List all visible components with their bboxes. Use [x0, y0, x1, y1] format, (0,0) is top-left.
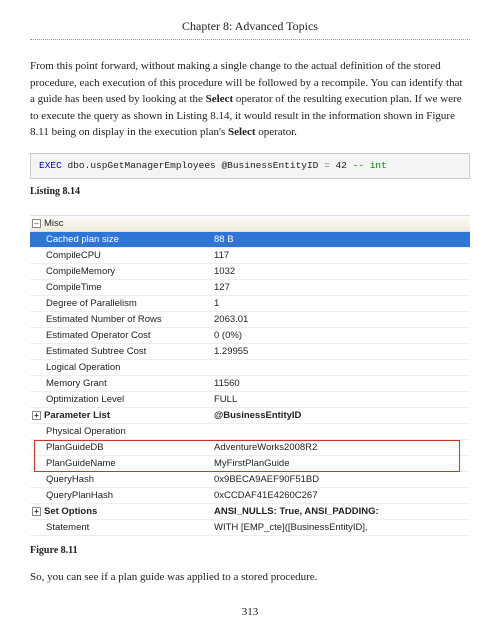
para1-bold-select-2: Select — [228, 126, 255, 138]
grid-row[interactable]: Estimated Operator Cost 0 (0%) — [30, 328, 470, 344]
code-eq: = — [318, 160, 335, 171]
prop-val: 1 — [210, 296, 470, 311]
grid-row[interactable]: QueryPlanHash 0xCCDAF41E4260C267 — [30, 488, 470, 504]
grid-row-planguidedb[interactable]: PlanGuideDB AdventureWorks2008R2 — [30, 440, 470, 456]
prop-key: Estimated Subtree Cost — [30, 344, 210, 359]
grid-row-cached-plan-size[interactable]: Cached plan size 88 B — [30, 232, 470, 248]
prop-key: Degree of Parallelism — [30, 296, 210, 311]
code-param: @BusinessEntityID — [221, 160, 318, 171]
prop-val: 11560 — [210, 376, 470, 391]
prop-val: 88 B — [210, 232, 470, 247]
figure-label: Figure 8.11 — [30, 544, 470, 559]
prop-val: 117 — [210, 248, 470, 263]
expand-icon[interactable]: + — [32, 411, 41, 420]
prop-val: 1.29955 — [210, 344, 470, 359]
prop-key: Optimization Level — [30, 392, 210, 407]
grid-row[interactable]: CompileMemory 1032 — [30, 264, 470, 280]
highlighted-rows: PlanGuideDB AdventureWorks2008R2 PlanGui… — [30, 440, 470, 472]
grid-row[interactable]: CompileTime 127 — [30, 280, 470, 296]
expand-icon[interactable]: + — [32, 507, 41, 516]
grid-row[interactable]: CompileCPU 117 — [30, 248, 470, 264]
prop-val: WITH [EMP_cte]([BusinessEntityID], — [210, 520, 470, 535]
prop-val: 0x9BECA9AEF90F51BD — [210, 472, 470, 487]
grid-row[interactable]: Logical Operation — [30, 360, 470, 376]
grid-row[interactable]: Degree of Parallelism 1 — [30, 296, 470, 312]
prop-key: Statement — [30, 520, 210, 535]
prop-val: FULL — [210, 392, 470, 407]
prop-key: Physical Operation — [30, 424, 210, 439]
para1-text-e: operator. — [256, 126, 298, 138]
prop-key: Logical Operation — [30, 360, 210, 375]
grid-row[interactable]: Physical Operation — [30, 424, 470, 440]
prop-key: Set Options — [44, 506, 97, 517]
para1-bold-select-1: Select — [206, 93, 233, 105]
prop-val — [210, 424, 470, 439]
prop-val: 1032 — [210, 264, 470, 279]
page-number: 313 — [30, 605, 470, 621]
chapter-title: Chapter 8: Advanced Topics — [30, 18, 470, 40]
grid-row[interactable]: Optimization Level FULL — [30, 392, 470, 408]
collapse-icon[interactable]: – — [32, 219, 41, 228]
code-comment: -- int — [347, 160, 387, 171]
paragraph-1: From this point forward, without making … — [30, 58, 470, 141]
prop-val: AdventureWorks2008R2 — [210, 440, 470, 455]
prop-key: CompileCPU — [30, 248, 210, 263]
prop-val — [210, 360, 470, 375]
prop-val: ANSI_NULLS: True, ANSI_PADDING: — [210, 504, 470, 519]
grid-row[interactable]: Estimated Subtree Cost 1.29955 — [30, 344, 470, 360]
prop-val: 2063.01 — [210, 312, 470, 327]
code-block: EXEC dbo.uspGetManagerEmployees @Busines… — [30, 153, 470, 179]
prop-key: Estimated Operator Cost — [30, 328, 210, 343]
grid-row-statement[interactable]: Statement WITH [EMP_cte]([BusinessEntity… — [30, 520, 470, 536]
prop-key: CompileTime — [30, 280, 210, 295]
grid-row[interactable]: QueryHash 0x9BECA9AEF90F51BD — [30, 472, 470, 488]
prop-key: QueryHash — [30, 472, 210, 487]
grid-row-planguidename[interactable]: PlanGuideName MyFirstPlanGuide — [30, 456, 470, 472]
prop-key: Memory Grant — [30, 376, 210, 391]
prop-val: MyFirstPlanGuide — [210, 456, 470, 471]
grid-section-misc[interactable]: –Misc — [30, 216, 470, 232]
grid-row[interactable]: Estimated Number of Rows 2063.01 — [30, 312, 470, 328]
code-proc-name: dbo.uspGetManagerEmployees — [62, 160, 222, 171]
prop-key: PlanGuideName — [30, 456, 210, 471]
code-value: 42 — [335, 160, 346, 171]
prop-val: 127 — [210, 280, 470, 295]
listing-label: Listing 8.14 — [30, 185, 470, 200]
prop-key: CompileMemory — [30, 264, 210, 279]
prop-key: Parameter List — [44, 410, 110, 421]
properties-grid: –Misc Cached plan size 88 B CompileCPU 1… — [30, 215, 470, 536]
paragraph-2: So, you can see if a plan guide was appl… — [30, 569, 470, 586]
prop-val: 0xCCDAF41E4260C267 — [210, 488, 470, 503]
grid-row-parameter-list[interactable]: +Parameter List @BusinessEntityID — [30, 408, 470, 424]
prop-key: QueryPlanHash — [30, 488, 210, 503]
prop-val: @BusinessEntityID — [210, 408, 470, 423]
section-label: Misc — [44, 218, 64, 229]
prop-val: 0 (0%) — [210, 328, 470, 343]
grid-row-set-options[interactable]: +Set Options ANSI_NULLS: True, ANSI_PADD… — [30, 504, 470, 520]
prop-key: PlanGuideDB — [30, 440, 210, 455]
prop-key: Estimated Number of Rows — [30, 312, 210, 327]
prop-key: Cached plan size — [30, 232, 210, 247]
grid-row[interactable]: Memory Grant 11560 — [30, 376, 470, 392]
code-keyword-exec: EXEC — [39, 160, 62, 171]
